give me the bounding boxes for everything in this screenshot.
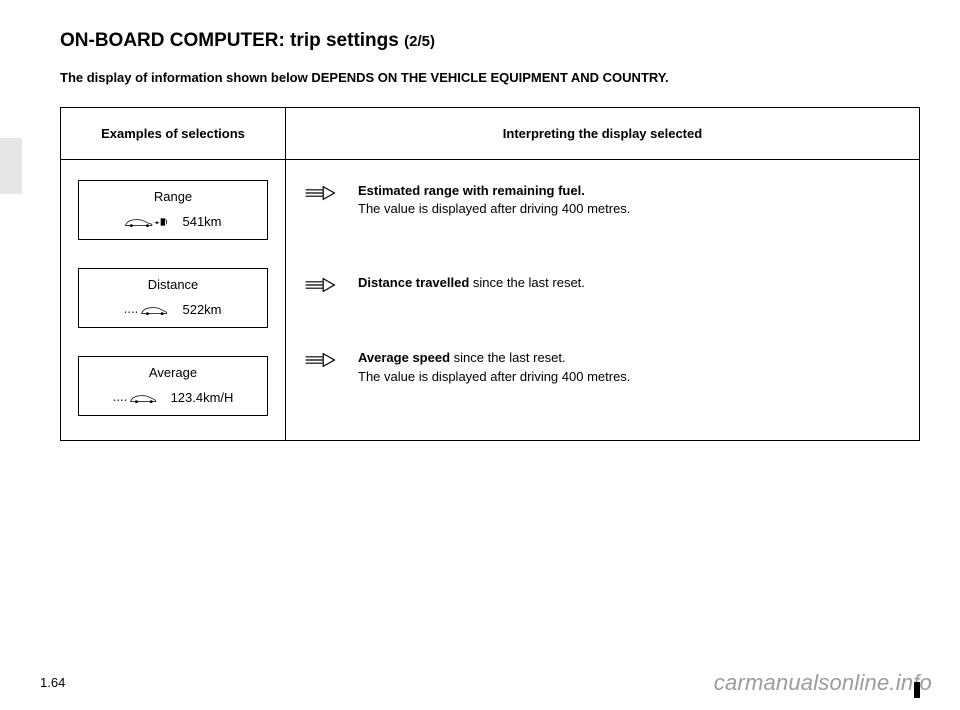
corner-mark <box>914 682 920 698</box>
car-fuel-icon <box>124 215 168 229</box>
arrow-icon <box>304 185 336 201</box>
interpretation-cell: Estimated range with remaining fuel. The… <box>286 160 920 441</box>
example-range-label: Range <box>85 189 261 204</box>
examples-cell: Range 541km <box>61 160 286 441</box>
interp-average: Average speed since the last reset. The … <box>298 341 907 393</box>
arrow-icon <box>304 352 336 368</box>
header-interpreting: Interpreting the display selected <box>286 108 920 160</box>
interp-average-inline: since the last reset. <box>450 350 566 365</box>
example-range: Range 541km <box>78 180 268 240</box>
interp-distance-bold: Distance travelled <box>358 275 469 290</box>
interp-distance: Distance travelled since the last reset. <box>298 266 907 341</box>
example-average-value: 123.4km/H <box>171 390 234 405</box>
title-main: ON-BOARD COMPUTER: trip settings <box>60 30 404 51</box>
page-title: ON-BOARD COMPUTER: trip settings (2/5) <box>60 30 920 52</box>
interp-average-rest: The value is displayed after driving 400… <box>358 369 630 384</box>
page-number: 1.64 <box>40 675 65 690</box>
watermark: carmanualsonline.info <box>714 670 932 696</box>
title-sub: (2/5) <box>404 33 435 50</box>
interp-average-bold: Average speed <box>358 350 450 365</box>
example-range-value: 541km <box>182 214 221 229</box>
example-average: Average 123.4km/H <box>78 356 268 416</box>
arrow-icon <box>304 277 336 293</box>
side-tab <box>0 138 22 194</box>
example-average-label: Average <box>85 365 261 380</box>
notice-text: The display of information shown below D… <box>60 70 920 85</box>
example-distance: Distance 522km <box>78 268 268 328</box>
interp-distance-text: Distance travelled since the last reset. <box>358 274 585 292</box>
interp-range-bold: Estimated range with remaining fuel. <box>358 183 585 198</box>
interp-range-rest: The value is displayed after driving 400… <box>358 201 630 216</box>
header-examples: Examples of selections <box>61 108 286 160</box>
interp-average-text: Average speed since the last reset. The … <box>358 349 630 385</box>
interp-distance-inline: since the last reset. <box>469 275 585 290</box>
interp-range: Estimated range with remaining fuel. The… <box>298 174 907 266</box>
car-dots-icon <box>113 391 157 405</box>
car-dots-icon <box>124 303 168 317</box>
settings-table: Examples of selections Interpreting the … <box>60 107 920 441</box>
example-distance-value: 522km <box>182 302 221 317</box>
interp-range-text: Estimated range with remaining fuel. The… <box>358 182 630 218</box>
example-distance-label: Distance <box>85 277 261 292</box>
